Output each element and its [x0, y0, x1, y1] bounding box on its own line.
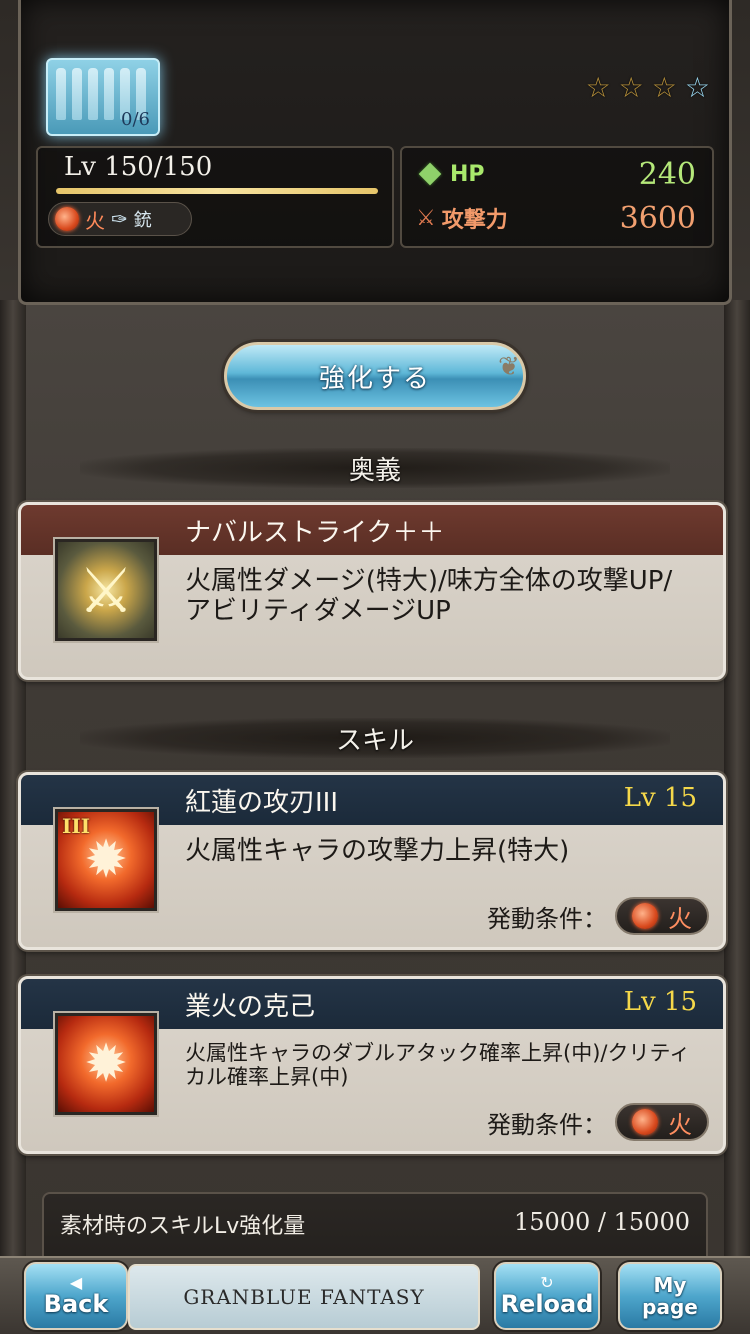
bottom-navigation: ◀ Back GRANBLUE FANTASY ↻ Reload My page [0, 1256, 750, 1334]
flame-icon: ✹ [84, 830, 128, 890]
crossed-swords-icon: ⚔ [55, 539, 157, 641]
right-border-ornament [724, 300, 750, 1260]
rarity-stars: ☆ ☆ ☆ ☆ [586, 74, 710, 102]
condition-label: 発動条件： [487, 1110, 607, 1139]
ougi-header-label: 奥義 [348, 455, 401, 486]
sword-icon: ⚔ [416, 205, 436, 231]
ougi-description: 火属性ダメージ(特大)/味方全体の攻撃UP/アビリティダメージUP [185, 566, 673, 626]
attack-label: 攻撃力 [441, 208, 508, 233]
uncap-count: 0/6 [121, 109, 150, 130]
skill-section-header: スキル [80, 718, 670, 758]
gun-icon: ✑ [111, 207, 128, 231]
skill-header-label: スキル [335, 725, 414, 756]
skill-name: 紅蓮の攻刃III [185, 787, 339, 818]
star-icon: ☆ [585, 71, 611, 104]
material-value: 15000 / 15000 [513, 1208, 690, 1236]
condition-element-pill: 火 [615, 897, 709, 935]
hp-value: 240 [638, 156, 696, 192]
reload-label: Reload [500, 1290, 594, 1318]
bottle-icon [56, 68, 66, 120]
condition-label: 発動条件： [487, 904, 607, 933]
skill-description: 火属性キャラの攻撃力上昇(特大) [185, 836, 570, 866]
attack-row: ⚔ 攻撃力 3600 [416, 198, 696, 238]
button-ornament-right-icon: ❦ [498, 352, 520, 382]
blue-star-icon: ☆ [684, 71, 710, 104]
uncap-indicator[interactable]: 0/6 [46, 58, 160, 136]
condition-element-label: 火 [668, 904, 692, 933]
game-logo: GRANBLUE FANTASY [183, 1285, 425, 1309]
back-button[interactable]: ◀ Back [24, 1262, 128, 1330]
bottle-icon [104, 68, 114, 120]
material-label: 素材時のスキルLv強化量 [60, 1214, 306, 1239]
ougi-name: ナバルストライク＋＋ [185, 517, 445, 548]
material-skill-panel: 素材時のスキルLv強化量 15000 / 15000 [42, 1192, 708, 1264]
ougi-section-header: 奥義 [80, 448, 670, 488]
attack-value: 3600 [619, 200, 696, 236]
flame-icon: ✹ [84, 1034, 128, 1094]
stats-box: HP 240 ⚔ 攻撃力 3600 [400, 146, 714, 248]
skill-tier-tag: III [62, 814, 91, 838]
mypage-label: My page [642, 1273, 698, 1319]
condition-element-pill: 火 [615, 1103, 709, 1141]
upgrade-button[interactable]: 強化する [224, 342, 526, 410]
bottle-icon [72, 68, 82, 120]
back-arrow-icon: ◀ [69, 1273, 83, 1292]
element-label: 火 [85, 208, 105, 233]
fire-element-icon [55, 207, 79, 231]
back-label: Back [43, 1290, 109, 1318]
skill-card[interactable]: 紅蓮の攻刃III Lv 15 III ✹ 火属性キャラの攻撃力上昇(特大) 発動… [18, 772, 726, 950]
condition-element-label: 火 [668, 1110, 692, 1139]
fire-double-attack-skill-icon: ✹ [55, 1013, 157, 1115]
hp-diamond-icon [418, 162, 442, 186]
skill-description: 火属性キャラのダブルアタック確率上昇(中)/クリティカル確率上昇(中) [185, 1041, 691, 1090]
reload-icon: ↻ [540, 1273, 554, 1292]
activation-condition: 発動条件： 火 [487, 897, 709, 935]
skill-level: Lv 15 [623, 783, 697, 813]
activation-condition: 発動条件： 火 [487, 1103, 709, 1141]
star-icon: ☆ [651, 71, 677, 104]
mypage-button[interactable]: My page [618, 1262, 722, 1330]
star-icon: ☆ [618, 71, 644, 104]
bottle-icon [88, 68, 98, 120]
hp-row: HP 240 [416, 154, 696, 194]
level-box: Lv 150/150 火 ✑ 銃 [36, 146, 394, 248]
skill-level: Lv 15 [623, 987, 697, 1017]
ougi-card[interactable]: ナバルストライク＋＋ ⚔ 火属性ダメージ(特大)/味方全体の攻撃UP/アビリティ… [18, 502, 726, 680]
weapon-type-label: 銃 [133, 210, 152, 231]
fire-element-icon [632, 1109, 658, 1135]
skill-name: 業火の克己 [185, 991, 316, 1022]
hp-label: HP [450, 161, 485, 187]
fire-element-icon [632, 903, 658, 929]
reload-button[interactable]: ↻ Reload [494, 1262, 600, 1330]
skill-card[interactable]: 業火の克己 Lv 15 ✹ 火属性キャラのダブルアタック確率上昇(中)/クリティ… [18, 976, 726, 1154]
game-logo-banner[interactable]: GRANBLUE FANTASY [128, 1264, 480, 1330]
level-progress-bar [56, 188, 378, 194]
attribute-pill: 火 ✑ 銃 [48, 202, 192, 236]
level-text: Lv 150/150 [64, 152, 213, 182]
upgrade-button-label: 強化する [318, 363, 431, 394]
fire-attack-skill-icon: III ✹ [55, 809, 157, 911]
